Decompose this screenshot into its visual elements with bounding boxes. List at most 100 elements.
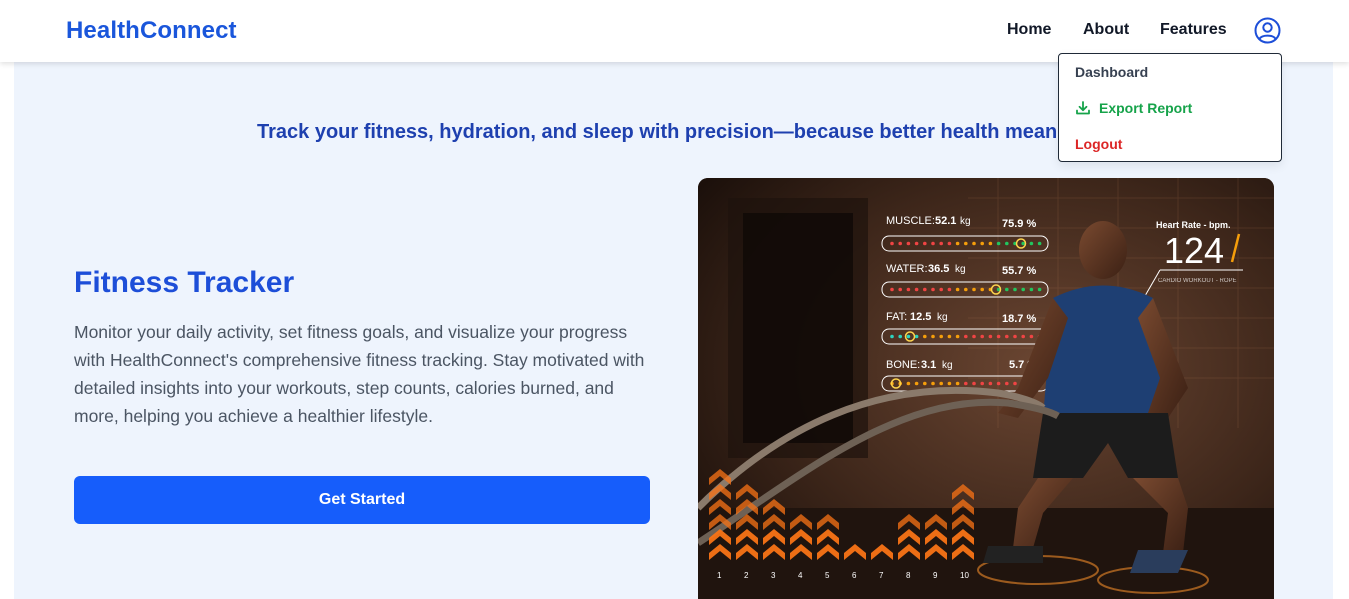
menu-item-export-report[interactable]: Export Report <box>1075 100 1192 116</box>
hud-dot <box>1029 241 1034 246</box>
hud-dot <box>890 241 894 246</box>
section-title: Fitness Tracker <box>74 266 295 299</box>
svg-text:12.5: 12.5 <box>910 311 931 323</box>
svg-text:kg: kg <box>960 216 971 227</box>
hud-dot <box>988 334 993 339</box>
nav-about[interactable]: About <box>1083 21 1129 39</box>
hud-dot <box>906 287 911 292</box>
hud-dot <box>1037 287 1042 292</box>
intensity-bar-number: 7 <box>879 571 884 580</box>
hud-dot <box>964 334 968 339</box>
hud-dot <box>890 287 894 292</box>
hud-dot <box>980 241 984 246</box>
hud-dot <box>1021 287 1025 292</box>
svg-text:3.1: 3.1 <box>921 359 936 371</box>
hud-dot <box>972 334 976 339</box>
intensity-bar-number: 8 <box>906 571 911 580</box>
hud-dot <box>923 381 927 386</box>
get-started-button[interactable]: Get Started <box>74 476 650 524</box>
hud-dot <box>906 381 911 386</box>
svg-text:18.7 %: 18.7 % <box>1002 313 1036 325</box>
hud-dot <box>988 241 993 246</box>
hud-dot <box>1013 287 1017 292</box>
svg-text:75.9 %: 75.9 % <box>1002 218 1036 230</box>
hud-dot <box>947 381 952 386</box>
hud-dot <box>1005 287 1009 292</box>
menu-item-logout-label: Logout <box>1075 136 1123 152</box>
svg-text:WATER:: WATER: <box>886 263 928 275</box>
section-description: Monitor your daily activity, set fitness… <box>74 322 645 426</box>
svg-text:55.7 %: 55.7 % <box>1002 265 1036 277</box>
svg-text:kg: kg <box>955 264 966 275</box>
nav-home[interactable]: Home <box>1007 21 1051 39</box>
menu-item-logout[interactable]: Logout <box>1075 136 1122 152</box>
svg-text:FAT:: FAT: <box>886 311 907 323</box>
hud-dot <box>947 334 952 339</box>
hud-dot <box>996 334 1001 339</box>
hud-dot <box>988 381 993 386</box>
svg-text:kg: kg <box>937 312 948 323</box>
svg-text:kg: kg <box>942 360 953 371</box>
hud-dot <box>939 334 943 339</box>
hud-dot <box>931 334 935 339</box>
hud-dot <box>947 241 952 246</box>
svg-text:Heart Rate - bpm.: Heart Rate - bpm. <box>1156 220 1231 230</box>
intensity-bar-number: 1 <box>717 571 722 580</box>
hud-dot <box>955 381 960 386</box>
hud-dot <box>1005 334 1009 339</box>
hud-dot <box>972 287 976 292</box>
hud-dot <box>955 241 960 246</box>
hud-dot <box>906 334 911 339</box>
hud-dot <box>914 381 919 386</box>
hud-dot <box>931 381 935 386</box>
hud-dot <box>972 241 976 246</box>
nav-features[interactable]: Features <box>1160 21 1227 39</box>
intensity-bar-number: 2 <box>744 571 749 580</box>
hud-dot <box>1013 381 1017 386</box>
download-icon <box>1076 101 1090 115</box>
hud-dot <box>914 241 919 246</box>
user-account-icon[interactable] <box>1254 17 1281 44</box>
hud-dot <box>947 287 952 292</box>
hud-dot <box>1029 334 1034 339</box>
hud-dot <box>980 381 984 386</box>
hud-dot <box>923 334 927 339</box>
hud-dot <box>980 334 984 339</box>
hud-dot <box>1029 287 1034 292</box>
hud-dot <box>955 287 960 292</box>
intensity-bar-number: 3 <box>771 571 776 580</box>
hud-dot <box>898 287 902 292</box>
hud-dot <box>964 287 968 292</box>
svg-text:CARDIO WORKOUT - ROPE: CARDIO WORKOUT - ROPE <box>1158 278 1237 284</box>
hud-dot <box>923 241 927 246</box>
hud-dot <box>939 381 943 386</box>
hud-dot <box>996 381 1001 386</box>
menu-item-dashboard-label: Dashboard <box>1075 64 1149 80</box>
hud-dot <box>890 334 894 339</box>
hud-dot <box>1005 241 1009 246</box>
hud-dot <box>939 287 943 292</box>
hud-dot <box>931 287 935 292</box>
hud-dot <box>964 241 968 246</box>
intensity-bar-number: 5 <box>825 571 830 580</box>
brand-logo[interactable]: HealthConnect <box>66 17 237 45</box>
intensity-bar-number: 9 <box>933 571 938 580</box>
intensity-bar-number: 4 <box>798 571 803 580</box>
menu-item-dashboard[interactable]: Dashboard <box>1075 64 1148 80</box>
svg-text:36.5: 36.5 <box>928 263 949 275</box>
fitness-hero-image: MUSCLE: 52.1 kg 75.9 % WATER: 36.5 kg 55… <box>698 178 1274 599</box>
hud-dot <box>980 287 984 292</box>
hud-dot <box>964 381 968 386</box>
svg-text:MUSCLE:: MUSCLE: <box>886 215 935 227</box>
hud-dot <box>939 241 943 246</box>
intensity-bar-number: 6 <box>852 571 857 580</box>
svg-text:BONE:: BONE: <box>886 359 920 371</box>
svg-text:52.1: 52.1 <box>935 215 956 227</box>
hud-dot <box>972 381 976 386</box>
hud-dot <box>914 334 919 339</box>
hud-dot <box>1021 334 1025 339</box>
menu-item-export-label: Export Report <box>1099 100 1193 116</box>
hero-tagline: Track your fitness, hydration, and sleep… <box>257 121 1104 143</box>
hud-dot <box>1037 241 1042 246</box>
hud-dot <box>906 241 911 246</box>
